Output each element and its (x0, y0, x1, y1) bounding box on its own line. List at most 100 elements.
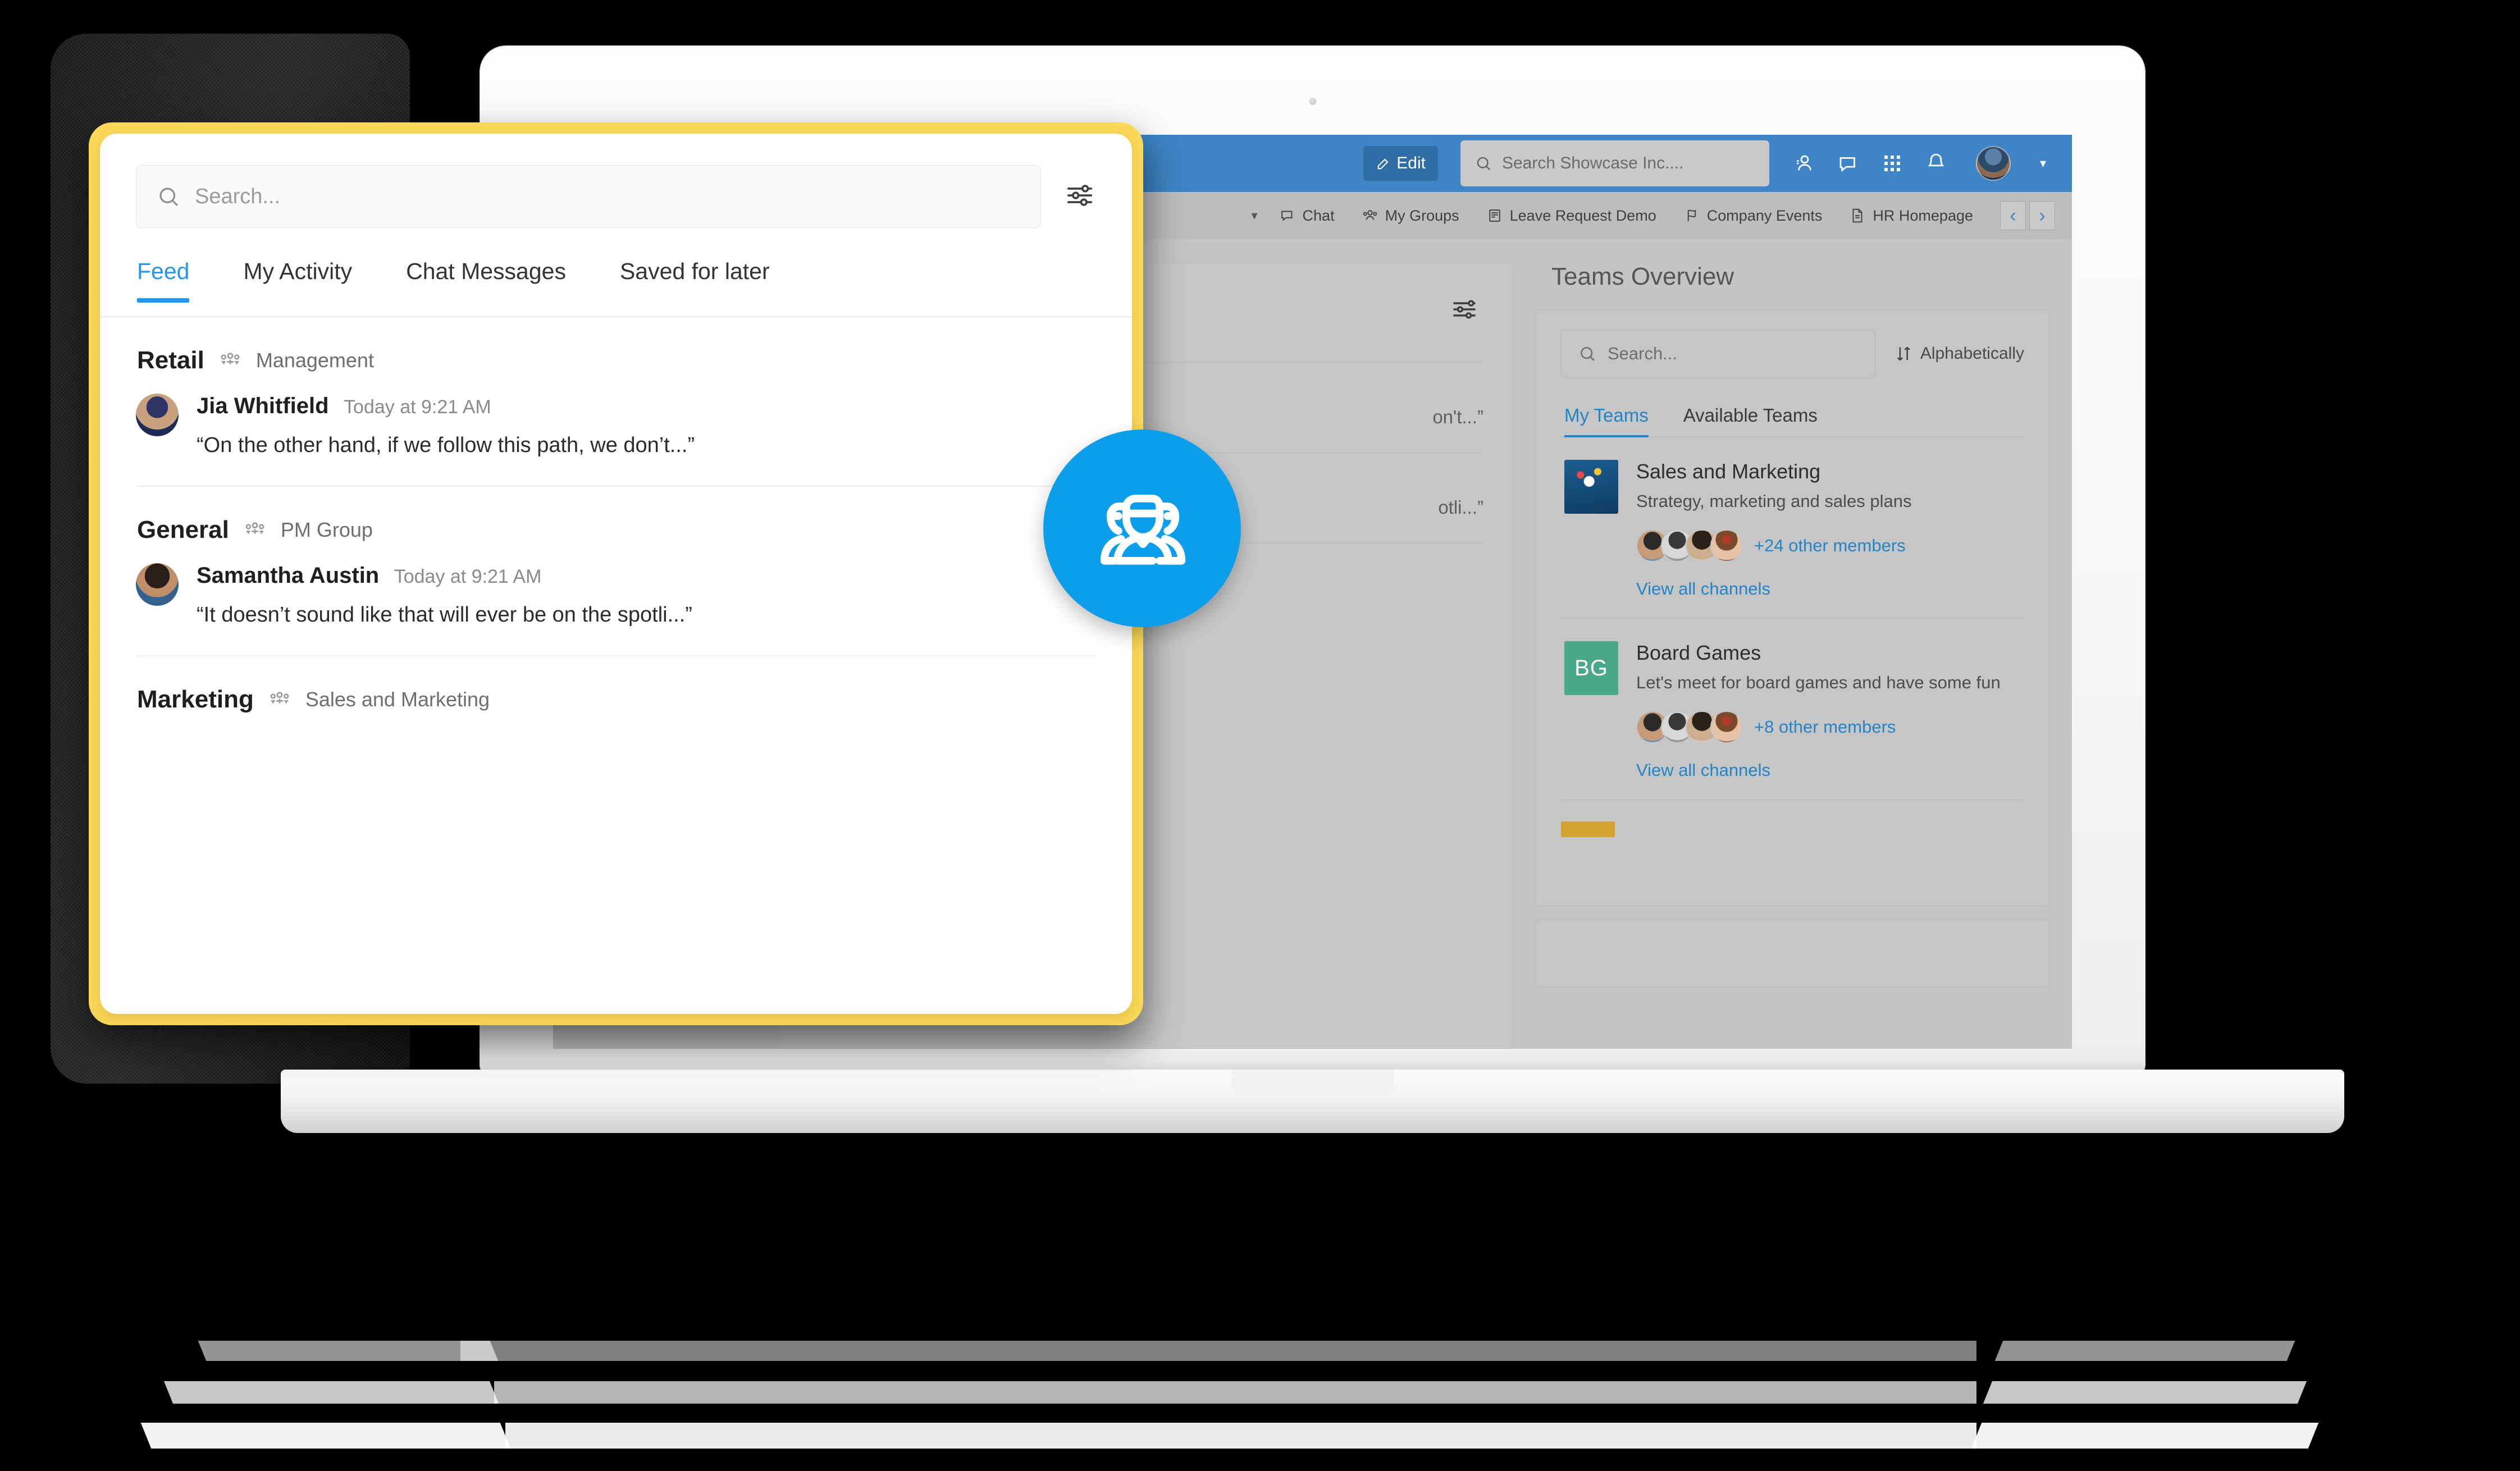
avatar (136, 563, 179, 606)
avatar (136, 394, 179, 436)
team-logo (1564, 460, 1618, 514)
other-members-link[interactable]: +8 other members (1754, 717, 1896, 737)
feed-group-header[interactable]: Marketing Sales and Marketing (136, 656, 1096, 714)
popup-header: Search... Feed My Activity Chat Messages… (100, 134, 1132, 316)
people-icon[interactable] (1793, 152, 1816, 175)
message-author: Samantha Austin (197, 563, 380, 588)
teams-search-input[interactable]: Search... (1561, 330, 1875, 378)
laptop-reflection (0, 1286, 2520, 1471)
nav-item-chat[interactable]: Chat (1279, 207, 1335, 225)
nav-prev-button[interactable]: ‹ (2000, 201, 2026, 230)
people-group-icon (219, 349, 241, 372)
team-name: Board Games (1636, 641, 1761, 664)
tab-feed[interactable]: Feed (137, 258, 189, 316)
view-all-channels-link[interactable]: View all channels (1636, 760, 1770, 780)
chat-bubble-icon (1281, 211, 1293, 221)
other-members-link[interactable]: +24 other members (1754, 536, 1906, 556)
sort-button[interactable]: Alphabetically (1894, 344, 2024, 363)
view-all-channels-link[interactable]: View all channels (1636, 579, 1770, 599)
sort-arrows-icon (1897, 346, 1910, 361)
flag-icon (1687, 209, 1696, 221)
global-search-placeholder: Search Showcase Inc.... (1501, 154, 1684, 172)
laptop-notch (1231, 1070, 1394, 1094)
member-avatar-stack (1636, 711, 1743, 743)
tab-chat-messages[interactable]: Chat Messages (406, 258, 566, 316)
top-bar-icon-group: ▾ (1793, 146, 2046, 181)
people-group-icon-glyph (221, 353, 240, 364)
nav-overflow-chevron-down-icon[interactable]: ▾ (1252, 208, 1258, 223)
member-avatar-stack (1636, 529, 1743, 562)
feed-message[interactable]: Jia Whitfield Today at 9:21 AM “On the o… (136, 394, 1096, 458)
edit-button-label: Edit (1396, 154, 1426, 172)
screenshot-stage: Edit Search Showcase Inc.... ▾ ▾ Chat My… (0, 0, 2520, 1471)
team-member-row: +8 other members (1636, 711, 2024, 743)
secondary-card (1536, 920, 2049, 987)
sliders-icon (1453, 300, 1476, 319)
tab-my-activity[interactable]: My Activity (243, 258, 352, 316)
nav-item-leave-request-demo[interactable]: Leave Request Demo (1486, 207, 1656, 225)
tab-saved-for-later[interactable]: Saved for later (620, 258, 770, 316)
apps-grid-icon[interactable] (1880, 152, 1904, 175)
sliders-icon (1067, 184, 1092, 206)
feed-group-header[interactable]: Retail Management (136, 317, 1096, 374)
avatar (1710, 711, 1743, 743)
document-stack-icon (1489, 209, 1500, 222)
page-icon (1852, 208, 1862, 223)
nav-item-label: Chat (1302, 207, 1335, 224)
message-text: “It doesn’t sound like that will ever be… (197, 603, 692, 627)
team-list-item[interactable]: Sales and Marketing Strategy, marketing … (1561, 437, 2024, 618)
nav-item-company-events[interactable]: Company Events (1683, 207, 1823, 225)
team-logo-partial (1561, 821, 1615, 837)
background-filter-button[interactable] (1450, 295, 1479, 327)
popup-search-row: Search... (136, 165, 1096, 228)
tab-available-teams[interactable]: Available Teams (1683, 405, 1818, 437)
nav-item-label: Company Events (1706, 207, 1823, 224)
nav-pager: ‹ › (2000, 201, 2055, 230)
popup-search-input[interactable]: Search... (136, 165, 1041, 228)
feed-group-name: General (137, 516, 229, 543)
team-description: Strategy, marketing and sales plans (1636, 491, 1912, 511)
people-group-icon-glyph (245, 522, 264, 534)
nav-item-hr-homepage[interactable]: HR Homepage (1849, 207, 1973, 225)
teams-search-placeholder: Search... (1608, 344, 1678, 363)
message-author: Jia Whitfield (197, 394, 329, 418)
feed-group-subtitle: Management (255, 349, 374, 372)
popup-tabs: Feed My Activity Chat Messages Saved for… (136, 258, 1096, 316)
user-avatar[interactable] (1975, 146, 2011, 181)
popup-feed-list: Retail Management Jia Whitfield Today at… (100, 317, 1132, 714)
message-timestamp: Today at 9:21 AM (344, 396, 491, 418)
global-search-input[interactable]: Search Showcase Inc.... (1460, 140, 1769, 186)
nav-item-label: HR Homepage (1873, 207, 1973, 224)
team-people-icon (1100, 495, 1186, 565)
account-chevron-down-icon[interactable]: ▾ (2040, 156, 2046, 171)
team-member-row: +24 other members (1636, 529, 2024, 562)
people-group-icon (268, 688, 291, 711)
sort-button-label: Alphabetically (1920, 344, 2024, 363)
nav-item-label: My Groups (1385, 207, 1459, 224)
laptop-base (281, 1070, 2344, 1133)
feed-group-header[interactable]: General PM Group (136, 487, 1096, 544)
feed-popup: Search... Feed My Activity Chat Messages… (100, 134, 1132, 1014)
feed-group-name: Marketing (137, 686, 254, 713)
nav-next-button[interactable]: › (2029, 201, 2055, 230)
teams-badge-icon (1043, 430, 1241, 627)
feed-group-name: Retail (137, 346, 204, 374)
team-list-item[interactable]: BG Board Games Let's meet for board game… (1561, 619, 2024, 800)
people-group-icon (1363, 210, 1377, 220)
page-title: Teams Overview (1551, 263, 1734, 290)
feed-message[interactable]: Samantha Austin Today at 9:21 AM “It doe… (136, 563, 1096, 627)
nav-item-my-groups[interactable]: My Groups (1362, 207, 1459, 225)
teams-tabs: My Teams Available Teams (1564, 405, 2024, 437)
avatar (1710, 529, 1743, 562)
edit-button[interactable]: Edit (1363, 146, 1438, 181)
popup-filter-button[interactable] (1063, 179, 1096, 214)
tab-my-teams[interactable]: My Teams (1564, 405, 1649, 437)
people-group-icon-glyph (270, 692, 289, 703)
bell-icon[interactable] (1924, 152, 1948, 175)
search-icon (1477, 157, 1490, 171)
message-timestamp: Today at 9:21 AM (394, 566, 542, 587)
message-text: “On the other hand, if we follow this pa… (197, 433, 695, 457)
chat-bubble-icon[interactable] (1837, 152, 1860, 175)
teams-overview-panel: Teams Overview Search... Alphabetically … (1536, 263, 2049, 1049)
feed-group-subtitle: Sales and Marketing (305, 688, 490, 711)
